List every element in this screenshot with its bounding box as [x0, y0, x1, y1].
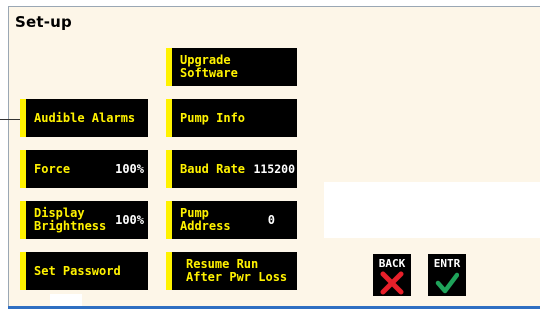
pump-info-label: Pump Info [180, 110, 246, 125]
audible-alarms-button[interactable]: Audible Alarms [20, 99, 148, 137]
set-password-label: Set Password [34, 263, 121, 278]
force-label: Force [34, 161, 71, 176]
enter-button[interactable]: ENTR [428, 254, 466, 296]
baud-rate-label: Baud Rate [180, 161, 246, 176]
pump-address-value: 0 [267, 212, 275, 227]
pump-address-button[interactable]: Pump Address 0 [166, 201, 297, 239]
force-value: 100% [115, 161, 144, 176]
screen-bottom-edge [8, 306, 540, 309]
display-brightness-button[interactable]: Display Brightness 100% [20, 201, 148, 239]
baud-rate-value: 115200 [253, 161, 295, 176]
enter-label: ENTR [433, 257, 461, 270]
selection-pointer [0, 119, 20, 120]
back-button[interactable]: BACK [373, 254, 411, 296]
blank-panel [324, 182, 540, 238]
resume-run-button[interactable]: Resume Run After Pwr Loss [166, 252, 297, 290]
red-x-icon [380, 271, 404, 295]
resume-run-label: Resume Run After Pwr Loss [186, 257, 288, 284]
set-password-button[interactable]: Set Password [20, 252, 148, 290]
page-title: Set-up [15, 13, 72, 31]
pump-info-button[interactable]: Pump Info [166, 99, 297, 137]
audible-alarms-label: Audible Alarms [34, 110, 136, 125]
blank-stub [50, 294, 82, 306]
back-label: BACK [378, 257, 406, 270]
pump-address-label: Pump Address [180, 206, 231, 233]
display-brightness-label: Display Brightness [34, 206, 107, 233]
display-brightness-value: 100% [115, 212, 144, 227]
baud-rate-button[interactable]: Baud Rate 115200 [166, 150, 297, 188]
force-button[interactable]: Force 100% [20, 150, 148, 188]
upgrade-software-label: Upgrade Software [180, 53, 238, 80]
upgrade-software-button[interactable]: Upgrade Software [166, 48, 297, 86]
green-check-icon [435, 272, 459, 294]
